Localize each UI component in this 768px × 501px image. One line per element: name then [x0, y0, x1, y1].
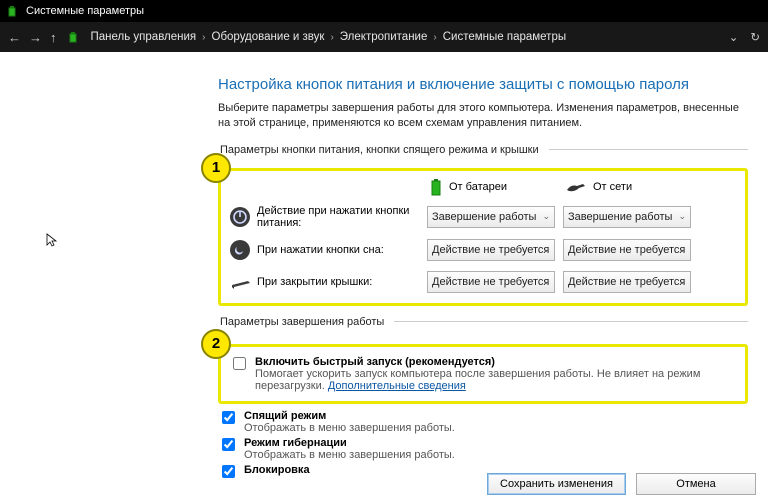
section-legend: Параметры кнопки питания, кнопки спящего… — [218, 144, 549, 156]
cancel-button[interactable]: Отмена — [636, 473, 756, 495]
nav-up-icon[interactable]: ↑ — [50, 30, 57, 45]
chevron-down-icon: ⌄ — [542, 211, 550, 222]
refresh-icon[interactable]: ↻ — [750, 30, 760, 44]
page-description: Выберите параметры завершения работы для… — [218, 101, 748, 132]
chevron-down-icon: ⌄ — [678, 276, 686, 287]
checkbox-label: Режим гибернации — [244, 437, 455, 449]
row-label: При нажатии кнопки сна: — [257, 244, 427, 256]
sleep-checkbox[interactable] — [222, 411, 235, 424]
chevron-down-icon: ⌄ — [542, 244, 550, 255]
checkbox-description: Отображать в меню завершения работы. — [244, 449, 455, 461]
page-title: Настройка кнопок питания и включение защ… — [218, 76, 748, 93]
dropdown-icon[interactable]: ⌄ — [729, 30, 739, 44]
hibernate-checkbox[interactable] — [222, 438, 235, 451]
checkbox-label: Спящий режим — [244, 410, 455, 422]
section-legend: Параметры завершения работы — [218, 316, 394, 328]
row-label: При закрытии крышки: — [257, 276, 427, 288]
power-buttons-section: Параметры кнопки питания, кнопки спящего… — [218, 144, 748, 306]
lock-checkbox[interactable] — [222, 465, 235, 478]
row-label: Действие при нажатии кнопки питания: — [257, 205, 427, 229]
window-title: Системные параметры — [26, 5, 144, 17]
battery-icon — [6, 4, 20, 18]
lid-ac-select[interactable]: Действие не требуется⌄ — [563, 271, 691, 293]
lid-battery-select[interactable]: Действие не требуется⌄ — [427, 271, 555, 293]
power-button-row: Действие при нажатии кнопки питания: Зав… — [229, 205, 737, 229]
sleep-battery-select[interactable]: Действие не требуется⌄ — [427, 239, 555, 261]
chevron-down-icon: ⌄ — [678, 244, 686, 255]
chevron-down-icon: ⌄ — [678, 211, 686, 222]
more-info-link[interactable]: Дополнительные сведения — [328, 380, 466, 392]
cursor-icon — [45, 232, 61, 248]
annotation-badge: 1 — [201, 153, 231, 183]
sleep-ac-select[interactable]: Действие не требуется⌄ — [563, 239, 691, 261]
power-button-ac-select[interactable]: Завершение работы⌄ — [563, 206, 691, 228]
window-titlebar: Системные параметры — [0, 0, 768, 22]
save-button[interactable]: Сохранить изменения — [487, 473, 626, 495]
battery-icon — [67, 30, 81, 44]
checkbox-label: Включить быстрый запуск (рекомендуется) — [255, 356, 737, 368]
sleep-button-row: При нажатии кнопки сна: Действие не треб… — [229, 239, 737, 261]
breadcrumb: Панель управления › Оборудование и звук … — [91, 31, 567, 43]
chevron-right-icon: › — [330, 32, 333, 43]
column-battery-label: От батареи — [449, 181, 507, 193]
laptop-lid-icon — [229, 271, 251, 293]
nav-back-icon[interactable]: ← — [8, 30, 21, 45]
chevron-right-icon: › — [433, 32, 436, 43]
breadcrumb-item[interactable]: Оборудование и звук — [212, 31, 325, 43]
checkbox-description: Отображать в меню завершения работы. — [244, 422, 455, 434]
lid-row: При закрытии крышки: Действие не требует… — [229, 271, 737, 293]
checkbox-label: Блокировка — [244, 464, 310, 476]
battery-icon — [429, 177, 443, 197]
power-icon — [229, 206, 251, 228]
chevron-down-icon: ⌄ — [542, 276, 550, 287]
column-ac-label: От сети — [593, 181, 632, 193]
power-button-battery-select[interactable]: Завершение работы⌄ — [427, 206, 555, 228]
fast-startup-checkbox[interactable] — [233, 357, 246, 370]
sleep-icon — [229, 239, 251, 261]
annotation-badge: 2 — [201, 329, 231, 359]
nav-forward-icon[interactable]: → — [29, 30, 42, 45]
plug-icon — [565, 180, 587, 194]
shutdown-settings-section: Параметры завершения работы 2 Включить б… — [218, 316, 748, 484]
breadcrumb-item[interactable]: Электропитание — [340, 31, 428, 43]
breadcrumb-item[interactable]: Панель управления — [91, 31, 197, 43]
breadcrumb-item[interactable]: Системные параметры — [443, 31, 566, 43]
navigation-bar: ← → ↑ Панель управления › Оборудование и… — [0, 22, 768, 52]
chevron-right-icon: › — [202, 32, 205, 43]
checkbox-description: Помогает ускорить запуск компьютера посл… — [255, 368, 737, 392]
